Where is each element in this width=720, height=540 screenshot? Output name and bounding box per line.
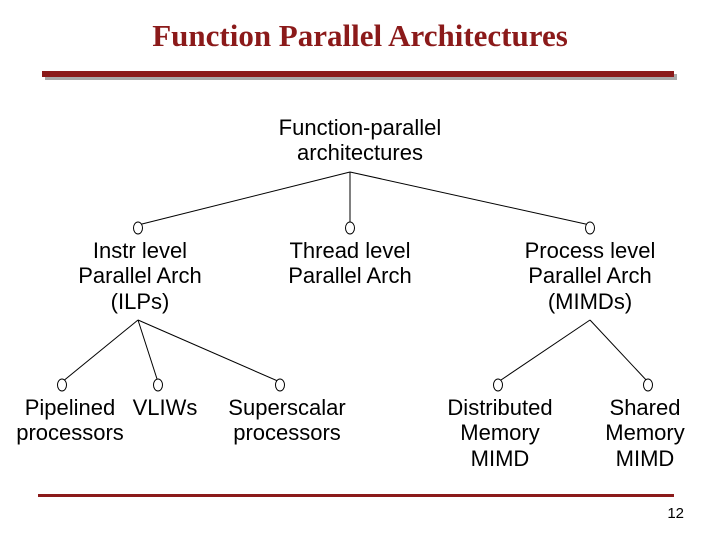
slide-title: Function Parallel Architectures [0,0,720,54]
leaf-text: Distributed [430,395,570,420]
node-text: Thread level [250,238,450,263]
leaf-vliws: VLIWs [120,395,210,420]
tree-root: Function-parallel architectures [0,115,720,166]
node-text: (ILPs) [40,289,240,314]
title-underline [42,71,674,77]
node-thread-level: Thread level Parallel Arch [250,238,450,289]
leaf-text: Memory [430,420,570,445]
leaf-distributed-mimd: Distributed Memory MIMD [430,395,570,471]
node-text: Parallel Arch [250,263,450,288]
node-text: Parallel Arch [490,263,690,288]
page-number: 12 [667,505,684,522]
root-line1: Function-parallel [0,115,720,140]
node-instr-level: Instr level Parallel Arch (ILPs) [40,238,240,314]
node-text: Parallel Arch [40,263,240,288]
leaf-superscalar: Superscalar processors [207,395,367,446]
leaf-text: MIMD [580,446,710,471]
node-text: Instr level [40,238,240,263]
leaf-shared-mimd: Shared Memory MIMD [580,395,710,471]
leaf-text: Pipelined [0,395,140,420]
leaf-pipelined: Pipelined processors [0,395,140,446]
leaf-text: processors [0,420,140,445]
node-process-level: Process level Parallel Arch (MIMDs) [490,238,690,314]
leaf-text: Shared [580,395,710,420]
node-text: Process level [490,238,690,263]
node-text: (MIMDs) [490,289,690,314]
leaf-text: VLIWs [120,395,210,420]
leaf-text: MIMD [430,446,570,471]
leaf-text: Superscalar [207,395,367,420]
leaf-text: Memory [580,420,710,445]
root-line2: architectures [0,140,720,165]
footer-rule [38,494,674,497]
leaf-text: processors [207,420,367,445]
